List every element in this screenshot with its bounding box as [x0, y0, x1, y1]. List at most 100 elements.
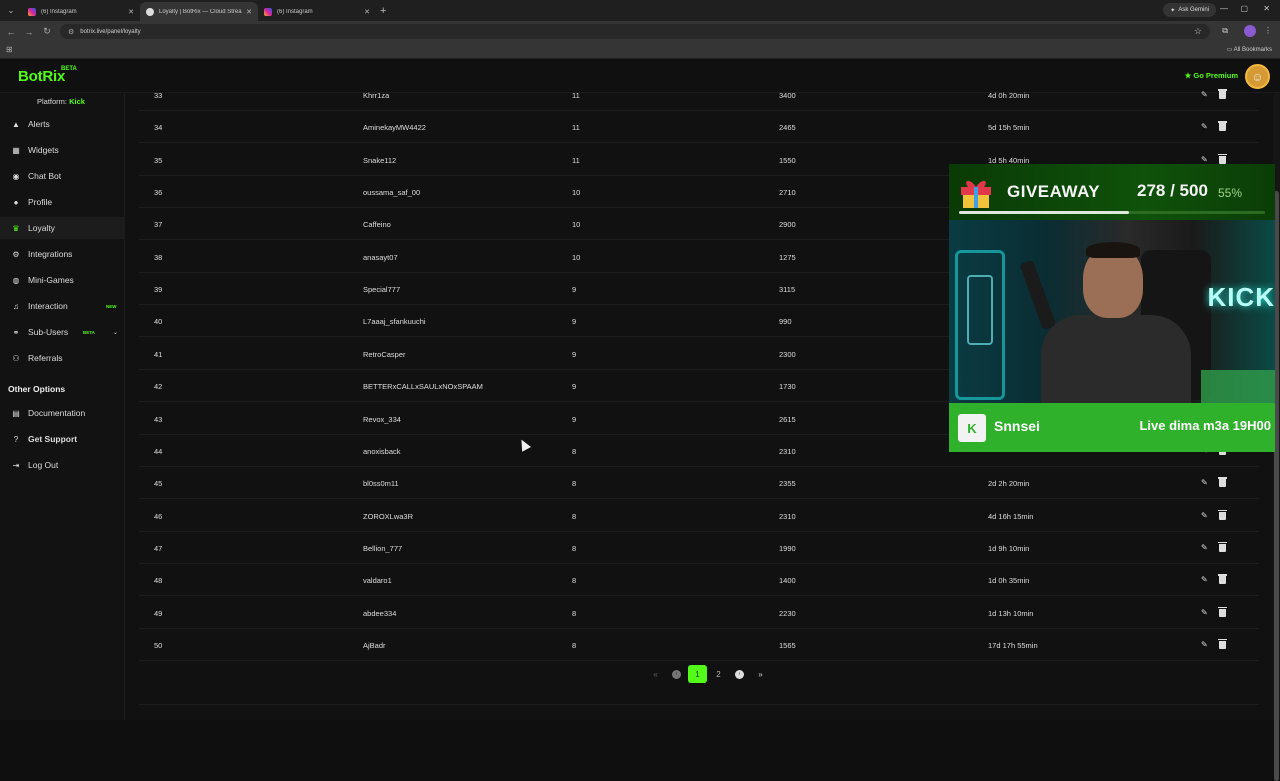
close-tab-icon[interactable]: ✕	[364, 8, 370, 16]
sidebar-item-loyalty[interactable]: ♛ Loyalty	[0, 217, 125, 239]
edit-pencil-icon[interactable]: ✎	[1201, 478, 1208, 487]
sidebar-item-integrations[interactable]: ⚙ Integrations	[0, 243, 125, 265]
edit-pencil-icon[interactable]: ✎	[1201, 608, 1208, 617]
stat-cell: 8	[572, 511, 577, 521]
stat-cell: 9	[572, 414, 577, 424]
site-info-icon[interactable]: ⚙	[68, 28, 74, 36]
watchtime-cell: 4d 16h 15min	[988, 511, 1034, 521]
logo-beta-badge: BETA	[61, 66, 77, 72]
ask-gemini-button[interactable]: ✦ Ask Gemini	[1163, 3, 1216, 17]
new-tab-button[interactable]: +	[380, 5, 386, 17]
sidebar-item-profile[interactable]: ● Profile	[0, 191, 125, 213]
browser-tab-3[interactable]: (6) Instagram ✕	[258, 2, 376, 21]
rank-cell: 33	[154, 91, 163, 100]
forward-arrow-icon[interactable]: →	[20, 27, 38, 37]
ask-gemini-label: Ask Gemini	[1178, 7, 1209, 13]
bookmark-star-icon[interactable]: ☆	[1194, 26, 1202, 37]
edit-pencil-icon[interactable]: ✎	[1201, 511, 1208, 520]
edit-pencil-icon[interactable]: ✎	[1201, 575, 1208, 584]
username-cell: ZOROXLwa3R	[363, 511, 414, 521]
stat-cell: 9	[572, 317, 577, 327]
sidebar-item-get-support[interactable]: ? Get Support	[0, 428, 125, 450]
giveaway-progress-fill	[959, 211, 1130, 214]
sidebar-item-label: Mini-Games	[28, 275, 74, 285]
sidebar-item-log-out[interactable]: ⇥ Log Out	[0, 454, 125, 476]
sidebar-item-label: Profile	[28, 197, 53, 207]
reload-icon[interactable]: ↻	[38, 26, 56, 37]
username-cell: BETTERxCALLxSAULxNOxSPAAM	[363, 382, 483, 392]
sidebar-item-interaction[interactable]: ♫ Interaction NEW	[0, 295, 125, 317]
help-icon: ?	[13, 434, 19, 444]
delete-trash-icon[interactable]	[1218, 509, 1227, 520]
delete-trash-icon[interactable]	[1218, 574, 1227, 585]
browser-tab-strip: ⌄ (6) Instagram ✕ Loyalty | BotRix — Clo…	[0, 0, 1280, 21]
edit-pencil-icon[interactable]: ✎	[1201, 640, 1208, 649]
delete-trash-icon[interactable]	[1218, 477, 1227, 488]
address-bar[interactable]: ⚙ botrix.live/panel/loyalty	[60, 24, 1210, 39]
all-bookmarks-link[interactable]: ▭ All Bookmarks	[1227, 46, 1272, 53]
edit-pencil-icon[interactable]: ✎	[1201, 543, 1208, 552]
webcam-feed: KICK	[949, 220, 1275, 405]
kick-neon-sign: KICK	[1207, 282, 1275, 312]
sidebar-item-widgets[interactable]: ▦ Widgets	[0, 139, 125, 161]
profile-avatar[interactable]	[1244, 25, 1256, 37]
rank-cell: 45	[154, 479, 163, 489]
watchtime-cell: 1d 13h 10min	[988, 608, 1034, 618]
minimize-icon[interactable]: —	[1220, 4, 1228, 13]
prev-page-button[interactable]: ‹	[666, 665, 687, 683]
delete-trash-icon[interactable]	[1218, 638, 1227, 649]
window-close-icon[interactable]: ✕	[1263, 4, 1270, 13]
last-page-button[interactable]: »	[750, 665, 771, 683]
watchtime-cell: 5d 15h 5min	[988, 123, 1030, 133]
robot-icon: ◉	[12, 171, 20, 181]
back-arrow-icon[interactable]: ←	[2, 27, 20, 37]
rank-cell: 39	[154, 285, 163, 295]
delete-trash-icon[interactable]	[1218, 89, 1227, 99]
browser-tab-1[interactable]: (6) Instagram ✕	[22, 2, 140, 21]
username-cell: Khrr1za	[363, 91, 390, 100]
extensions-icon[interactable]: ⧉	[1222, 26, 1228, 36]
delete-trash-icon[interactable]	[1218, 153, 1227, 164]
rank-cell: 48	[154, 576, 163, 586]
edit-pencil-icon[interactable]: ✎	[1201, 90, 1208, 99]
sidebar-item-label: Get Support	[28, 434, 78, 444]
sidebar-item-referrals[interactable]: ⚇ Referrals	[0, 347, 125, 369]
delete-trash-icon[interactable]	[1218, 541, 1227, 552]
neon-light	[967, 275, 993, 345]
close-tab-icon[interactable]: ✕	[128, 8, 134, 16]
table-row: 47 Bellion_777 8 1990 1d 9h 10min ✎	[139, 532, 1259, 564]
sidebar-item-documentation[interactable]: ▤ Documentation	[0, 402, 125, 424]
green-light	[1201, 370, 1275, 403]
points-cell: 2230	[779, 608, 796, 618]
browser-tab-2[interactable]: Loyalty | BotRix — Cloud Stream ✕	[140, 2, 258, 21]
logout-icon: ⇥	[12, 460, 20, 470]
sidebar-item-alerts[interactable]: ▲ Alerts	[0, 113, 125, 135]
sidebar-item-mini-games[interactable]: ◍ Mini-Games	[0, 269, 125, 291]
table-bottom-divider	[139, 704, 1259, 705]
next-page-button[interactable]: ›	[729, 665, 750, 683]
points-cell: 3400	[779, 91, 796, 100]
edit-pencil-icon[interactable]: ✎	[1201, 155, 1208, 164]
instagram-favicon-icon	[28, 7, 36, 16]
sidebar-item-sub-users[interactable]: ⚭ Sub-Users BETA ⌄	[0, 321, 125, 343]
stat-cell: 11	[572, 155, 580, 165]
watchtime-cell: 1d 9h 10min	[988, 543, 1030, 553]
username-cell: anasayt07	[363, 252, 398, 262]
browser-menu-icon[interactable]: ⋮	[1264, 26, 1272, 35]
page-2-button[interactable]: 2	[708, 665, 729, 683]
close-tab-icon[interactable]: ✕	[246, 8, 252, 16]
watchtime-cell: 4d 0h 20min	[988, 91, 1030, 100]
maximize-icon[interactable]: ▢	[1240, 4, 1248, 13]
page-1-button[interactable]: 1	[688, 665, 707, 683]
apps-grid-icon[interactable]: ⊞	[6, 45, 13, 54]
botrix-logo[interactable]: BotRix	[18, 68, 65, 85]
tab-search-icon[interactable]: ⌄	[0, 0, 22, 21]
sidebar-item-chat-bot[interactable]: ◉ Chat Bot	[0, 165, 125, 187]
first-page-button[interactable]: «	[645, 665, 666, 683]
delete-trash-icon[interactable]	[1218, 606, 1227, 617]
chevron-down-icon[interactable]: ⌄	[113, 329, 118, 336]
sidebar: Platform: Kick ▲ Alerts ▦ Widgets ◉ Chat…	[0, 93, 125, 720]
edit-pencil-icon[interactable]: ✎	[1201, 122, 1208, 131]
tab-title: (6) Instagram	[41, 8, 77, 15]
delete-trash-icon[interactable]	[1218, 121, 1227, 132]
